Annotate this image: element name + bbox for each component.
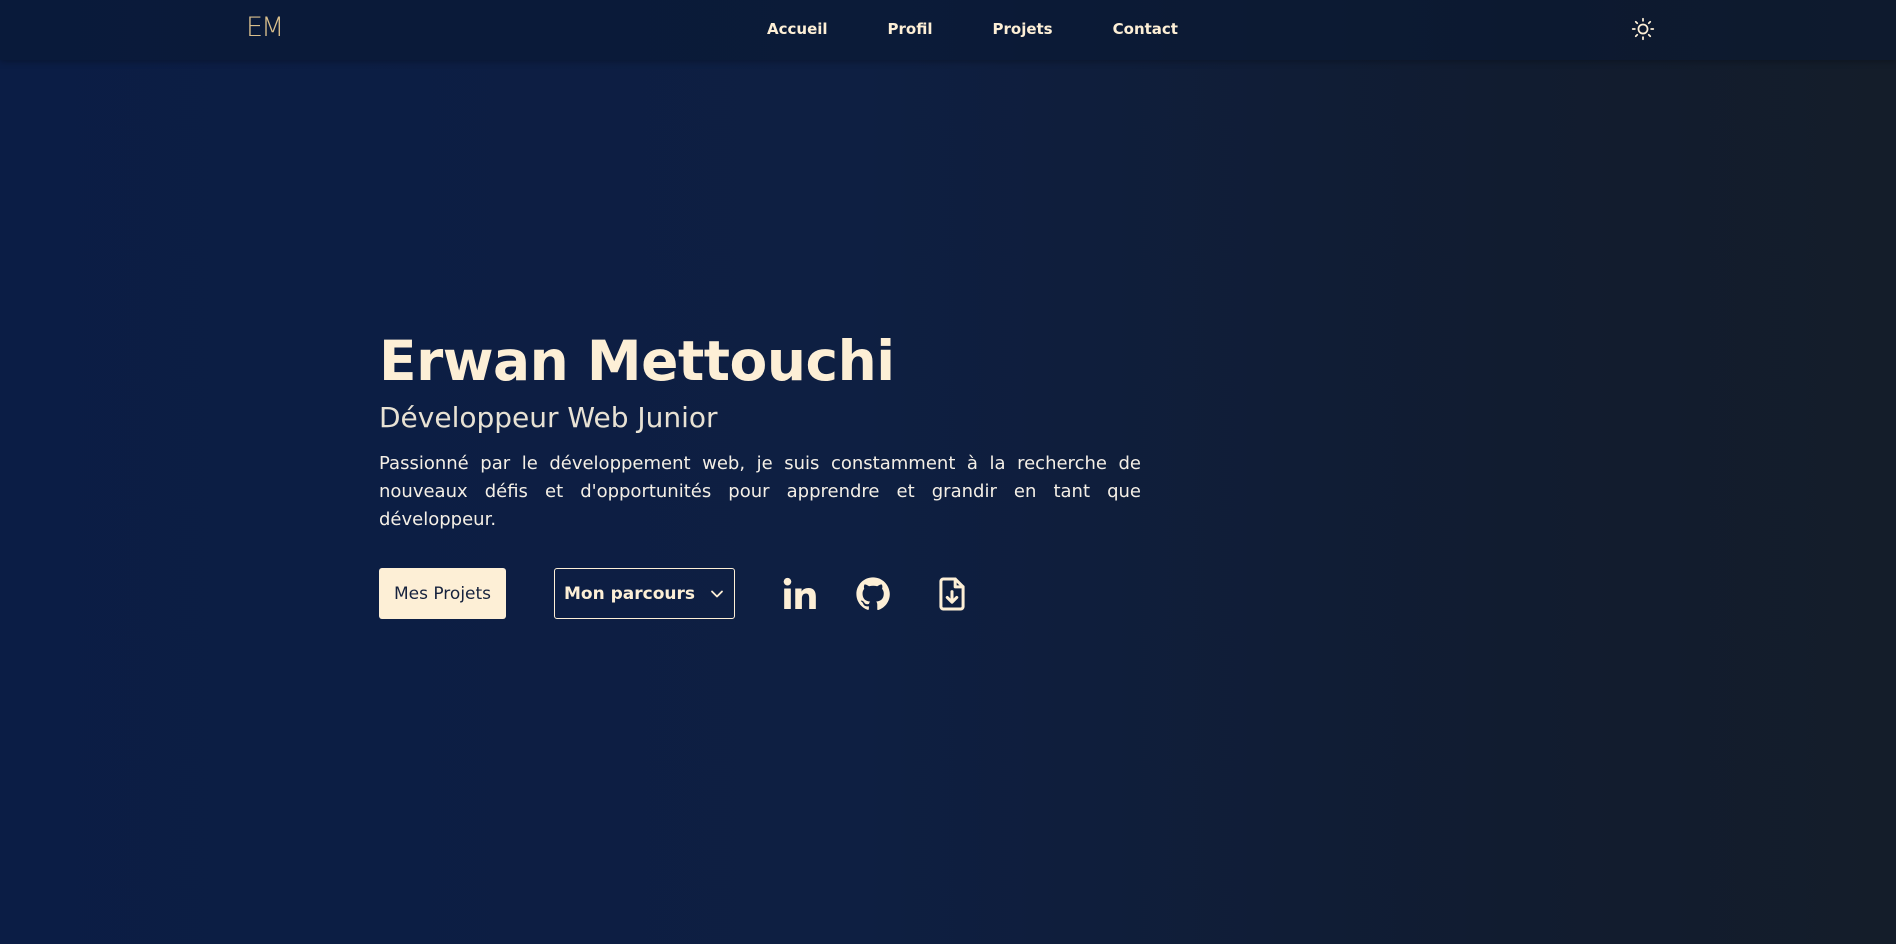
nav-link-projets[interactable]: Projets <box>993 19 1053 39</box>
mon-parcours-label: Mon parcours <box>563 583 695 604</box>
sun-icon <box>1631 17 1655 41</box>
mes-projets-button[interactable]: Mes Projets <box>379 568 506 619</box>
hero-name: Erwan Mettouchi <box>379 329 895 393</box>
linkedin-icon <box>783 577 816 610</box>
nav-link-accueil[interactable]: Accueil <box>767 19 828 39</box>
chevron-down-icon <box>711 590 723 597</box>
linkedin-link[interactable] <box>781 575 819 613</box>
nav-link-profil[interactable]: Profil <box>888 19 933 39</box>
hero-section: Erwan Mettouchi Développeur Web Junior P… <box>379 326 1141 534</box>
navbar: EM Accueil Profil Projets Contact <box>0 0 1896 60</box>
github-link[interactable] <box>854 575 892 613</box>
logo[interactable]: EM <box>246 12 284 43</box>
file-download-icon <box>939 577 965 611</box>
theme-toggle-button[interactable] <box>1630 16 1656 42</box>
nav-link-contact[interactable]: Contact <box>1113 19 1178 39</box>
hero-role: Développeur Web Junior <box>379 401 718 434</box>
nav-links: Accueil Profil Projets Contact <box>767 19 1238 39</box>
hero-description: Passionné par le développement web, je s… <box>379 453 1141 530</box>
mon-parcours-dropdown[interactable]: Mon parcours <box>554 568 735 619</box>
github-icon <box>856 577 890 611</box>
cv-download-link[interactable] <box>933 575 971 613</box>
